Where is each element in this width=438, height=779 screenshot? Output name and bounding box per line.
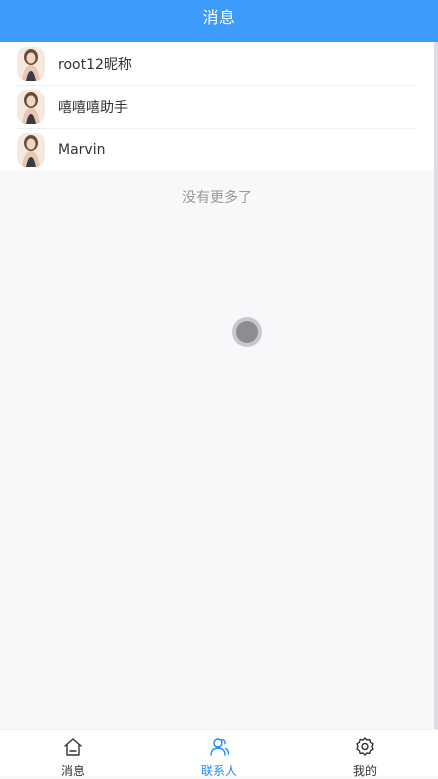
contact-item[interactable]: Marvin [0,128,434,171]
list-end-text: 没有更多了 [182,190,252,206]
floating-touch-button[interactable] [232,317,262,347]
avatar [17,89,45,124]
contact-list: root12昵称 嘻嘻嘻助手 Marvin [0,42,434,171]
tab-messages[interactable]: 消息 [0,730,146,778]
page-title: 消息 [202,8,236,27]
home-icon [62,736,84,758]
contact-item[interactable]: 嘻嘻嘻助手 [0,85,434,128]
contacts-icon [208,736,230,758]
tab-label: 我的 [352,764,377,778]
tab-contacts[interactable]: 联系人 [146,730,292,778]
avatar [17,132,45,167]
avatar [17,46,45,81]
top-nav-bar: 消息 [0,0,438,42]
tab-label: 联系人 [200,764,237,778]
contact-name: root12昵称 [58,56,132,73]
tab-label: 消息 [60,764,85,778]
tab-mine[interactable]: 我的 [292,730,438,778]
scrollbar[interactable] [434,42,438,730]
floating-touch-dot [236,321,258,343]
contact-name: Marvin [58,141,106,158]
bottom-tab-bar: 消息 联系人 我的 [0,730,438,778]
contact-name: 嘻嘻嘻助手 [58,99,128,116]
settings-icon [354,736,376,758]
contact-item[interactable]: root12昵称 [0,42,434,85]
